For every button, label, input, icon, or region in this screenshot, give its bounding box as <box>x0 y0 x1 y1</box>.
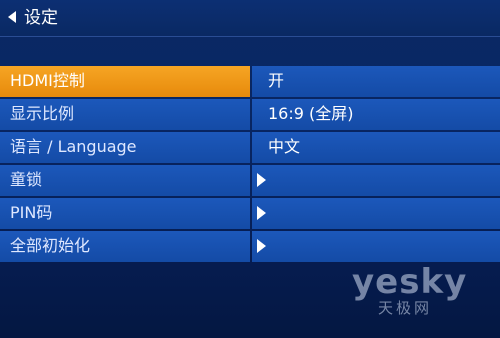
menu-item-child-lock[interactable]: 童锁 <box>0 165 500 196</box>
menu-item-label: 全部初始化 <box>10 236 91 255</box>
menu-item-value-cell[interactable] <box>252 198 500 229</box>
menu-item-label-cell[interactable]: 显示比例 <box>0 99 250 130</box>
menu-item-label: 童锁 <box>10 170 43 189</box>
watermark-logo: yesky <box>352 262 468 302</box>
menu-item-label: 显示比例 <box>10 104 75 123</box>
menu-item-value-cell[interactable]: 开 <box>252 66 500 97</box>
menu-item-label-cell[interactable]: PIN码 <box>0 198 250 229</box>
submenu-arrow-icon[interactable] <box>257 173 266 187</box>
menu-item-aspect-ratio[interactable]: 显示比例 16:9 (全屏) <box>0 99 500 130</box>
menu-item-hdmi-control[interactable]: HDMI控制 开 <box>0 66 500 97</box>
submenu-arrow-icon[interactable] <box>257 239 266 253</box>
menu-item-value-cell[interactable] <box>252 231 500 262</box>
menu-item-label: 语言 / Language <box>10 137 137 156</box>
settings-screen: 设定 HDMI控制 开 显示比例 16:9 (全屏) 语言 / Language <box>0 0 500 338</box>
watermark-subtitle: 天极网 <box>378 299 433 317</box>
menu-item-label: PIN码 <box>10 203 53 222</box>
page-title: 设定 <box>24 8 58 28</box>
menu-item-reset-all[interactable]: 全部初始化 <box>0 231 500 262</box>
menu-item-value-cell[interactable]: 中文 <box>252 132 500 163</box>
menu-item-value-cell[interactable]: 16:9 (全屏) <box>252 99 500 130</box>
menu-item-label-cell[interactable]: 语言 / Language <box>0 132 250 163</box>
menu-item-label-cell[interactable]: HDMI控制 <box>0 66 250 97</box>
menu-item-value-cell[interactable] <box>252 165 500 196</box>
menu-item-pin-code[interactable]: PIN码 <box>0 198 500 229</box>
menu-item-value: 开 <box>268 71 285 90</box>
menu-item-label: HDMI控制 <box>10 71 85 90</box>
submenu-arrow-icon[interactable] <box>257 206 266 220</box>
menu-item-value: 中文 <box>268 137 301 156</box>
menu-item-label-cell[interactable]: 全部初始化 <box>0 231 250 262</box>
yesky-watermark: yesky 天极网 <box>352 262 482 322</box>
menu-item-label-cell[interactable]: 童锁 <box>0 165 250 196</box>
menu-item-language[interactable]: 语言 / Language 中文 <box>0 132 500 163</box>
back-triangle-icon[interactable] <box>8 11 16 23</box>
menu-item-value: 16:9 (全屏) <box>268 104 354 123</box>
header-bar: 设定 <box>0 0 500 37</box>
